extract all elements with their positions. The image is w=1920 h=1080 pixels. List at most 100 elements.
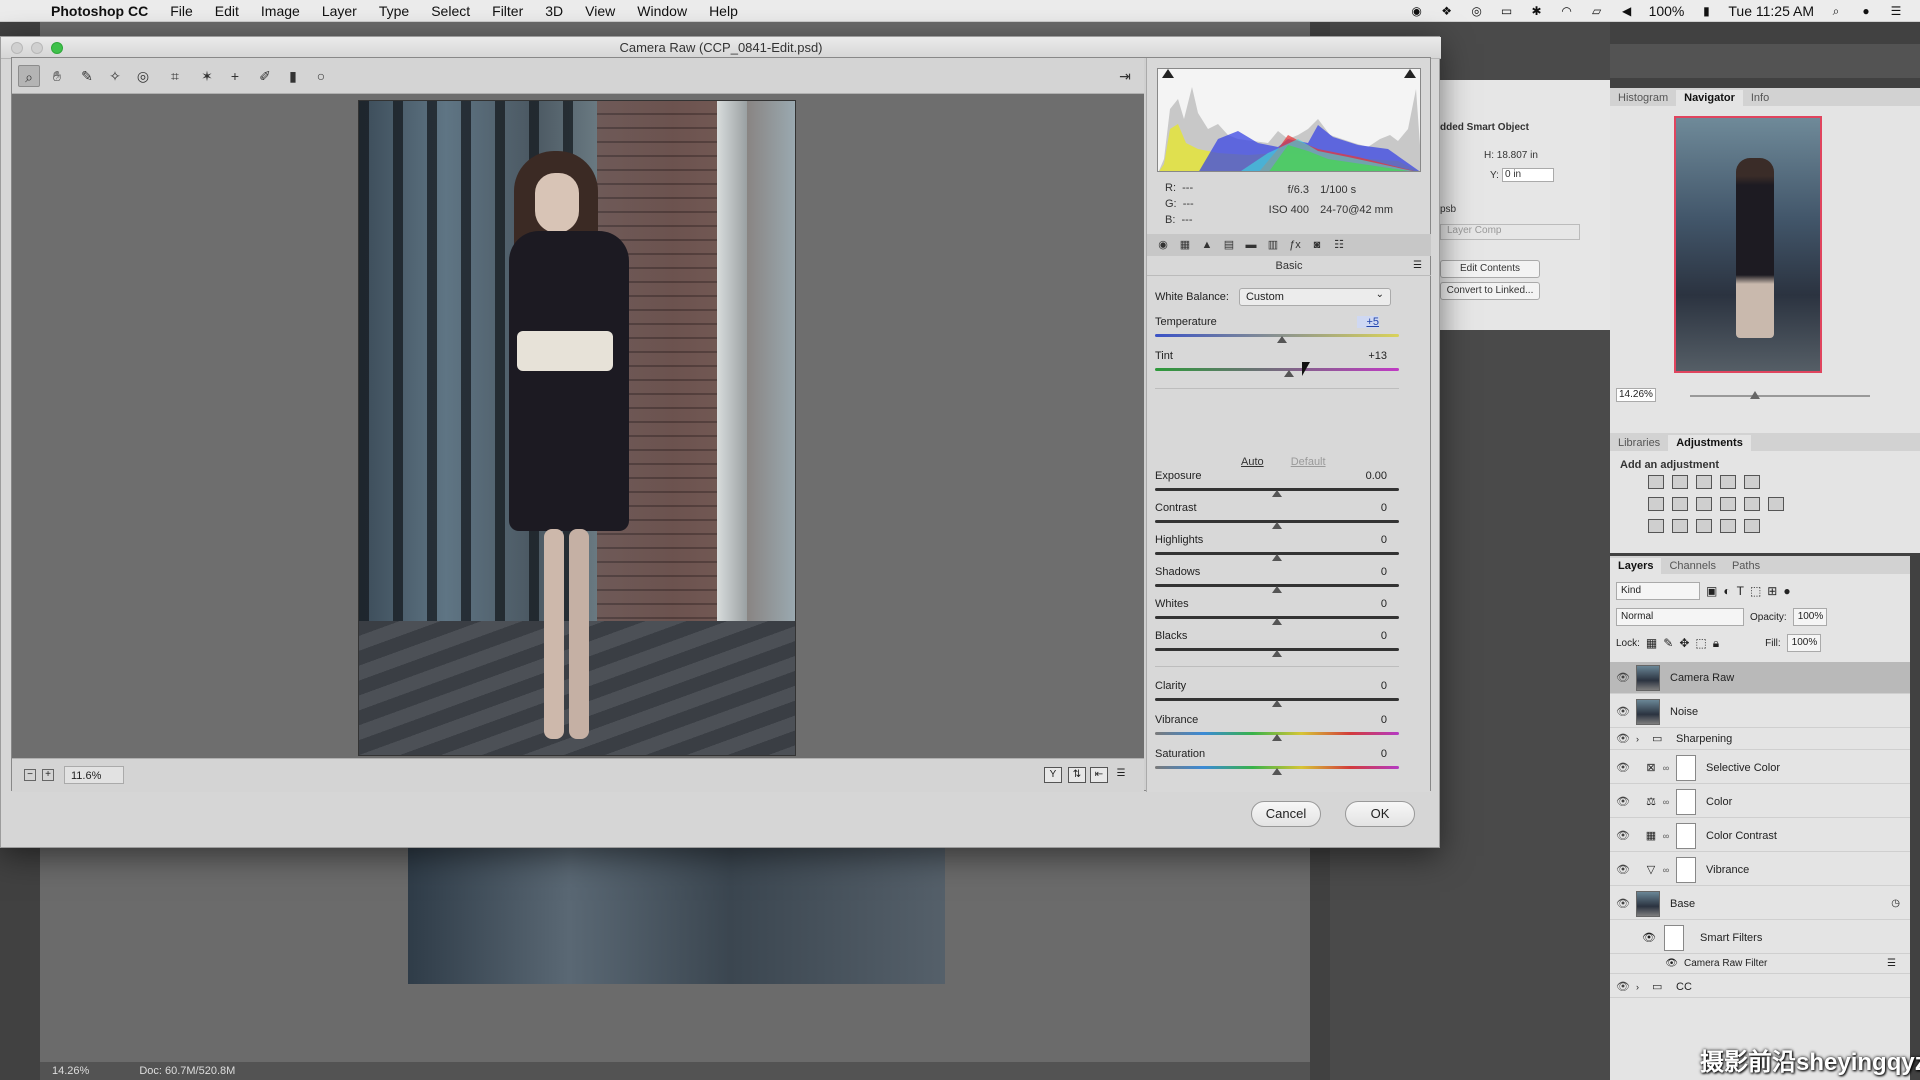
slider-knob[interactable] — [1272, 768, 1282, 775]
fill-field[interactable]: 100% — [1786, 634, 1821, 652]
tone-curve-icon[interactable]: ▦ — [1177, 238, 1193, 252]
saturation-slider[interactable]: Saturation 0 — [1155, 748, 1399, 775]
layer-mask-thumbnail[interactable] — [1676, 856, 1696, 883]
ok-button[interactable]: OK — [1345, 801, 1415, 827]
navigator-zoom-field[interactable]: 14.26% — [1616, 388, 1656, 402]
display-icon[interactable]: ▭ — [1499, 4, 1515, 18]
tab-libraries[interactable]: Libraries — [1610, 435, 1668, 451]
layer-mask-thumbnail[interactable] — [1676, 754, 1696, 781]
split-toning-icon[interactable]: ▬ — [1243, 238, 1259, 252]
layer-row[interactable]: 👁︎ ⊠ ∞ Selective Color — [1610, 752, 1910, 784]
filter-pixel-icon[interactable]: ▣ — [1706, 584, 1717, 598]
color-balance-icon[interactable] — [1672, 497, 1688, 511]
visibility-eye-icon[interactable]: 👁︎ — [1610, 795, 1636, 808]
slider-knob[interactable] — [1272, 586, 1282, 593]
group-expand-chevron-icon[interactable]: › — [1636, 734, 1648, 744]
link-chain-icon[interactable]: ∞ — [1660, 763, 1672, 773]
navigator-zoom-slider[interactable] — [1690, 391, 1870, 399]
temperature-slider[interactable]: Temperature +5 — [1155, 316, 1399, 343]
visibility-eye-icon[interactable]: 👁︎ — [1610, 863, 1636, 876]
visibility-eye-icon[interactable]: 👁︎ — [1610, 980, 1636, 993]
kind-filter-select[interactable]: Kind — [1616, 582, 1700, 600]
radial-filter-icon[interactable]: ○ — [310, 65, 332, 87]
dropbox-icon[interactable]: ❖ — [1439, 4, 1455, 18]
color-sampler-tool-icon[interactable]: ✧ — [104, 65, 126, 87]
zoom-out-button[interactable]: − — [24, 769, 36, 781]
smart-filter-mask[interactable] — [1664, 924, 1684, 951]
link-chain-icon[interactable]: ∞ — [1660, 865, 1672, 875]
layer-row[interactable]: 👁︎ Base ◷ — [1610, 888, 1910, 920]
slider-value[interactable]: +13 — [1347, 350, 1387, 362]
layer-row[interactable]: 👁︎ Smart Filters — [1610, 922, 1910, 954]
filter-shape-icon[interactable]: ⬚ — [1750, 584, 1761, 598]
threshold-icon[interactable] — [1696, 519, 1712, 533]
image-preview[interactable] — [12, 94, 1144, 758]
graduated-filter-icon[interactable]: ▮ — [282, 65, 304, 87]
layer-row[interactable]: 👁︎ › ▭ Sharpening — [1610, 728, 1910, 750]
clock[interactable]: Tue 11:25 AM — [1728, 3, 1814, 19]
lock-paint-icon[interactable]: ✎ — [1663, 636, 1673, 650]
link-chain-icon[interactable]: ∞ — [1660, 831, 1672, 841]
levels-icon[interactable] — [1672, 475, 1688, 489]
edit-contents-button[interactable]: Edit Contents — [1440, 260, 1540, 278]
menu-select[interactable]: Select — [420, 3, 481, 19]
white-balance-select[interactable]: Custom — [1238, 287, 1391, 306]
menu-app-name[interactable]: Photoshop CC — [40, 3, 159, 19]
filter-smart-icon[interactable]: ⊞ — [1767, 584, 1777, 598]
lock-transparency-icon[interactable]: ▦ — [1646, 636, 1657, 650]
swap-before-after-icon[interactable]: ⇅ — [1068, 767, 1086, 783]
airplay-icon[interactable]: ▱ — [1589, 4, 1605, 18]
convert-to-linked-button[interactable]: Convert to Linked... — [1440, 282, 1540, 300]
tint-slider[interactable]: Tint +13 — [1155, 350, 1399, 377]
filter-options-icon[interactable]: ☰ — [1887, 958, 1896, 969]
gradient-map-icon[interactable] — [1744, 519, 1760, 533]
link-chain-icon[interactable]: ∞ — [1660, 797, 1672, 807]
layer-row[interactable]: 👁︎ ⚖︎ ∞ Color — [1610, 786, 1910, 818]
filter-adjustment-icon[interactable]: ◐ — [1723, 584, 1730, 598]
camera-calibration-icon[interactable]: ◙ — [1309, 238, 1325, 252]
color-lookup-icon[interactable] — [1768, 497, 1784, 511]
slider-track[interactable] — [1155, 368, 1399, 371]
presets-icon[interactable]: ☷ — [1331, 238, 1347, 252]
lens-corrections-icon[interactable]: ▥ — [1265, 238, 1281, 252]
vibrance-icon[interactable] — [1744, 475, 1760, 489]
shadow-clipping-icon[interactable] — [1162, 69, 1174, 78]
creative-cloud-icon[interactable]: ◎ — [1469, 4, 1485, 18]
lock-artboard-icon[interactable]: ⬚ — [1695, 636, 1706, 650]
hsl-icon[interactable]: ▤ — [1221, 238, 1237, 252]
curves-icon[interactable] — [1696, 475, 1712, 489]
whites-slider[interactable]: Whites 0 — [1155, 598, 1399, 625]
menu-layer[interactable]: Layer — [311, 3, 368, 19]
y-field[interactable]: 0 in — [1502, 168, 1554, 182]
hand-tool-icon[interactable]: ✋︎ — [46, 65, 68, 87]
default-button[interactable]: Default — [1291, 456, 1326, 468]
invert-icon[interactable] — [1648, 519, 1664, 533]
preview-preferences-icon[interactable]: ☰ — [1112, 767, 1130, 783]
lock-position-icon[interactable]: ✥ — [1679, 636, 1689, 650]
layer-row[interactable]: 👁︎ Camera Raw Filter ☰ — [1610, 954, 1910, 974]
minimize-window-button[interactable] — [31, 42, 43, 54]
menu-file[interactable]: File — [159, 3, 204, 19]
copy-settings-icon[interactable]: ⇤ — [1090, 767, 1108, 783]
notification-center-icon[interactable]: ☰ — [1888, 4, 1904, 18]
toggle-fullscreen-icon[interactable]: ⇥ — [1114, 65, 1136, 87]
menu-help[interactable]: Help — [698, 3, 749, 19]
layer-row[interactable]: 👁︎ › ▭ CC — [1610, 976, 1910, 998]
slider-knob[interactable] — [1272, 700, 1282, 707]
visibility-eye-icon[interactable]: 👁︎ — [1610, 829, 1636, 842]
siri-icon[interactable]: ● — [1858, 4, 1874, 18]
highlight-clipping-icon[interactable] — [1404, 69, 1416, 78]
exposure-icon[interactable] — [1720, 475, 1736, 489]
slider-value[interactable]: 0 — [1347, 598, 1387, 610]
vibrance-slider[interactable]: Vibrance 0 — [1155, 714, 1399, 741]
layer-mask-thumbnail[interactable] — [1676, 788, 1696, 815]
spotlight-icon[interactable]: ⌕ — [1828, 4, 1844, 18]
slider-value[interactable]: 0 — [1347, 566, 1387, 578]
maximize-window-button[interactable] — [51, 42, 63, 54]
cancel-button[interactable]: Cancel — [1251, 801, 1321, 827]
posterize-icon[interactable] — [1672, 519, 1688, 533]
slider-knob[interactable] — [1272, 554, 1282, 561]
panel-menu-icon[interactable]: ☰ — [1413, 260, 1422, 271]
visibility-eye-icon[interactable]: 👁︎ — [1610, 732, 1636, 745]
menu-edit[interactable]: Edit — [204, 3, 250, 19]
